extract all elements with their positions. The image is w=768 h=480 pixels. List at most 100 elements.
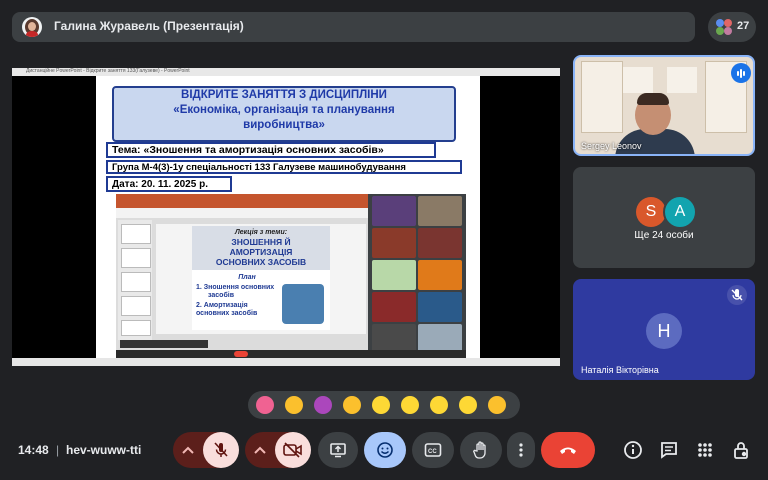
separator: |	[56, 443, 60, 457]
hang-up-icon	[560, 447, 576, 454]
wall-shelf	[623, 67, 653, 93]
chevron-up-icon	[182, 446, 194, 454]
nested-screenshot: Лекція з теми: ЗНОШЕННЯ Й АМОРТИЗАЦІЯ ОС…	[116, 194, 466, 358]
nested-slide-thumbnails	[118, 220, 152, 340]
avatar: S	[636, 197, 666, 227]
clock: 14:48	[18, 443, 49, 457]
slide-title-line-2: «Економіка, організація та планування	[173, 104, 395, 116]
chevron-up-icon	[254, 446, 266, 454]
nested-toolbar	[116, 208, 368, 218]
thumbs-down-icon[interactable]	[488, 396, 506, 414]
slide-title-box: ВІДКРИТЕ ЗАНЯТТЯ З ДИСЦИПЛІНИ «Економіка…	[112, 86, 456, 142]
nested-end-call-icon	[234, 351, 248, 357]
lecture-heading-line-1: ЗНОШЕННЯ Й	[231, 237, 291, 247]
participant-dot	[716, 19, 724, 27]
slide-group: Група М-4(3)-1у спеціальності 133 Галузе…	[106, 160, 462, 174]
slide-topic: Тема: «Зношення та амортизація основних …	[106, 142, 436, 158]
more-participants-label: Ще 24 особи	[634, 230, 694, 241]
leave-call-button[interactable]	[541, 432, 595, 468]
captions-button[interactable]: CC	[412, 432, 454, 468]
crying-face-icon[interactable]	[430, 396, 448, 414]
nested-ribbon	[116, 194, 368, 208]
nested-participant-tile	[418, 196, 462, 226]
lecture-panel: Лекція з теми: ЗНОШЕННЯ Й АМОРТИЗАЦІЯ ОС…	[192, 226, 330, 330]
more-options-button[interactable]	[507, 432, 535, 468]
participant-dot	[724, 27, 732, 35]
laughing-face-icon[interactable]	[372, 396, 390, 414]
presenter-avatar	[22, 17, 42, 37]
nested-participant-tile	[418, 228, 462, 258]
surprised-face-icon[interactable]	[401, 396, 419, 414]
thumbs-up-icon[interactable]	[285, 396, 303, 414]
raise-hand-icon	[473, 441, 486, 459]
slide-title-line-3: виробництва»	[243, 119, 325, 131]
avatar: H	[646, 313, 682, 349]
participants-button[interactable]: 27	[708, 12, 756, 42]
speaker-hair	[637, 93, 669, 105]
present-screen-button[interactable]	[318, 432, 358, 468]
send-reaction-button[interactable]	[364, 432, 406, 468]
mic-off-icon	[214, 442, 228, 457]
participant-tile-speaker[interactable]: Sergey Leonov	[573, 55, 755, 156]
presenter-label: Галина Журавель (Презентація)	[54, 19, 244, 33]
clapping-hands-icon[interactable]	[343, 396, 361, 414]
camera-off-icon	[283, 442, 302, 458]
captions-icon: CC	[424, 443, 442, 457]
screen-titlebar: Дистанційне PowerPoint - Відкрите занятт…	[12, 68, 560, 76]
participant-dot	[724, 19, 732, 27]
info-icon[interactable]	[621, 438, 645, 462]
lecture-heading-line-3: ОСНОВНИХ ЗАСОБІВ	[215, 257, 307, 267]
participant-tile-natalia[interactable]: H Наталія Вікторівна	[573, 279, 755, 380]
nested-presenter-chip	[120, 340, 208, 348]
sparkling-heart-icon[interactable]	[256, 396, 274, 414]
nested-slide-canvas: Лекція з теми: ЗНОШЕННЯ Й АМОРТИЗАЦІЯ ОС…	[156, 224, 366, 334]
slide-thumbnail	[121, 248, 151, 268]
lecture-label: Лекція з теми:	[234, 229, 288, 236]
mic-muted-icon	[727, 285, 747, 305]
screen-window-title: Дистанційне PowerPoint - Відкрите занятт…	[26, 68, 190, 74]
participant-name: Наталія Вікторівна	[581, 365, 659, 375]
presenter-banner[interactable]: Галина Журавель (Презентація)	[12, 12, 695, 42]
thinking-face-icon[interactable]	[459, 396, 477, 414]
plan-item-1-line-1: 1. Зношення основних	[196, 284, 275, 291]
participants-count: 27	[737, 20, 750, 32]
nested-participant-tile	[372, 196, 416, 226]
lecture-heading: Лекція з теми: ЗНОШЕННЯ Й АМОРТИЗАЦІЯ ОС…	[192, 226, 330, 270]
reactions-bar	[248, 391, 520, 419]
nested-participant-tile	[372, 228, 416, 258]
speaker-name: Sergey Leonov	[581, 141, 642, 151]
slide-title-line-1: ВІДКРИТЕ ЗАНЯТТЯ З ДИСЦИПЛІНИ	[181, 89, 387, 101]
plan-item-2-line-2: основних засобів	[196, 310, 258, 317]
svg-text:CC: CC	[428, 449, 437, 455]
microphone-toggle-button[interactable]	[203, 432, 239, 468]
present-screen-icon	[330, 443, 346, 458]
bookshelf	[581, 61, 623, 133]
emoji-icon	[377, 442, 393, 458]
nested-participant-grid	[370, 194, 466, 354]
slide-date: Дата: 20. 11. 2025 р.	[106, 176, 232, 192]
slide-thumbnail	[121, 320, 151, 336]
host-controls-icon[interactable]	[729, 438, 753, 462]
meeting-code: hev-wuww-tti	[66, 443, 142, 457]
nested-participant-tile	[418, 292, 462, 322]
slide-thumbnail	[121, 296, 151, 316]
chat-icon[interactable]	[657, 438, 681, 462]
plan-label: План	[238, 274, 256, 281]
activities-icon[interactable]	[693, 438, 717, 462]
nested-controls-bar	[116, 350, 466, 358]
speaking-indicator-icon	[731, 63, 751, 83]
nested-participant-tile	[418, 260, 462, 290]
screen-statusbar	[12, 358, 560, 366]
raise-hand-button[interactable]	[460, 432, 502, 468]
participant-dot	[716, 27, 724, 35]
slide-thumbnail	[121, 224, 151, 244]
nested-participant-tile	[372, 292, 416, 322]
plan-item-2-line-1: 2. Амортизація	[196, 302, 248, 309]
participant-tile-others[interactable]: S A Ще 24 особи	[573, 167, 755, 268]
shared-screen: Дистанційне PowerPoint - Відкрите занятт…	[12, 68, 560, 366]
wall-shelf	[667, 67, 697, 93]
camera-toggle-button[interactable]	[275, 432, 311, 468]
presentation-slide: ВІДКРИТЕ ЗАНЯТТЯ З ДИСЦИПЛІНИ «Економіка…	[96, 76, 480, 358]
party-popper-icon[interactable]	[314, 396, 332, 414]
economics-graphic	[282, 284, 324, 324]
